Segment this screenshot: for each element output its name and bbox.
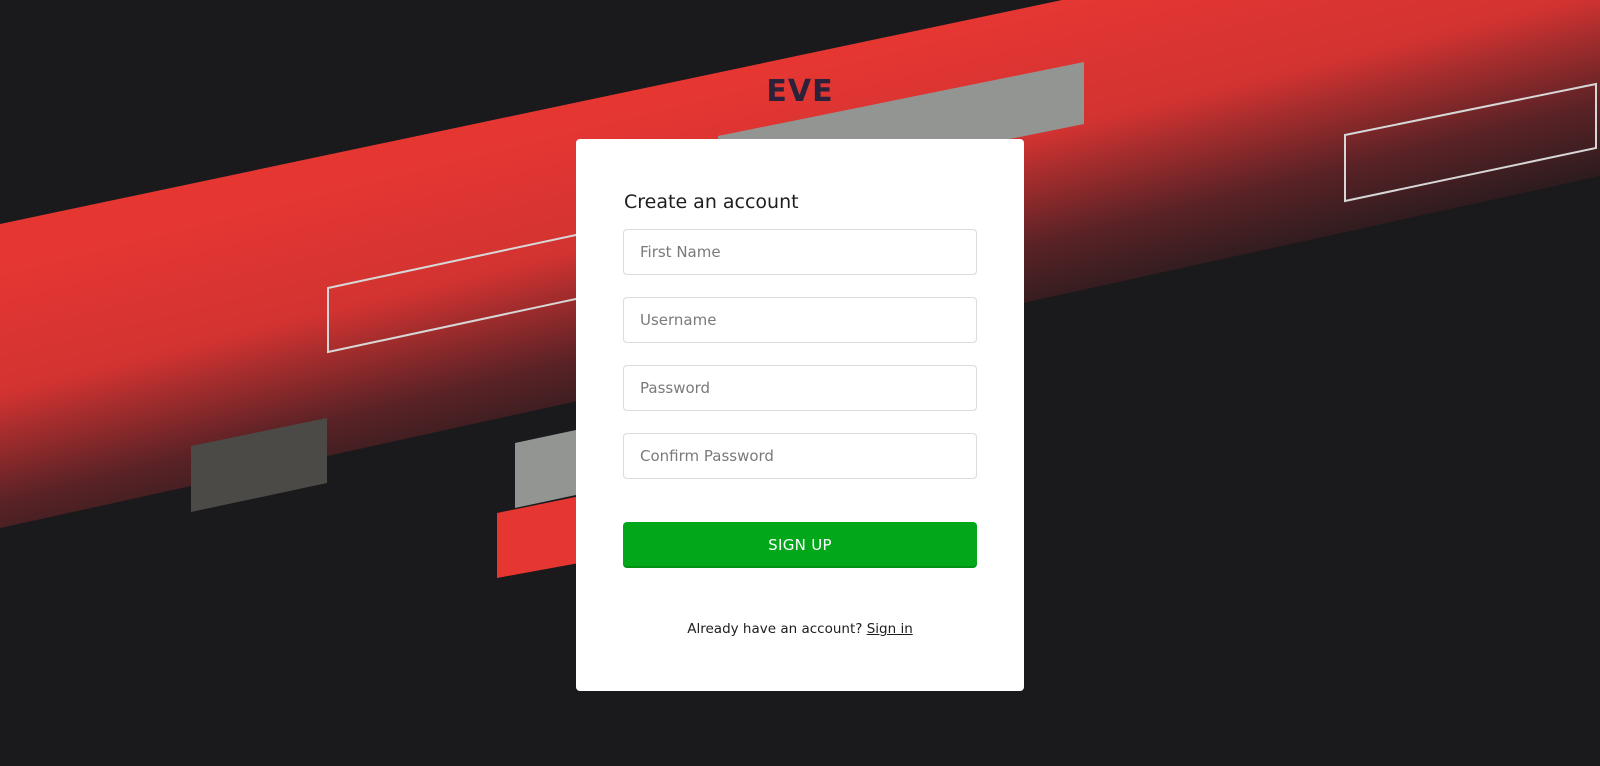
sign-in-link[interactable]: Sign in — [867, 621, 913, 637]
form-title: Create an account — [624, 191, 799, 213]
signin-prompt-line: Already have an account? Sign in — [576, 621, 1024, 637]
first-name-input[interactable] — [623, 229, 977, 275]
sign-up-button[interactable]: SIGN UP — [623, 522, 977, 568]
page-background: EVE Create an account SIGN UP Already ha… — [0, 0, 1600, 766]
brand-logo-text: EVE — [766, 74, 834, 109]
confirm-password-input[interactable] — [623, 433, 977, 479]
username-input[interactable] — [623, 297, 977, 343]
signin-prompt-text: Already have an account? — [687, 621, 863, 637]
password-input[interactable] — [623, 365, 977, 411]
signup-card: Create an account SIGN UP Already have a… — [576, 139, 1024, 691]
